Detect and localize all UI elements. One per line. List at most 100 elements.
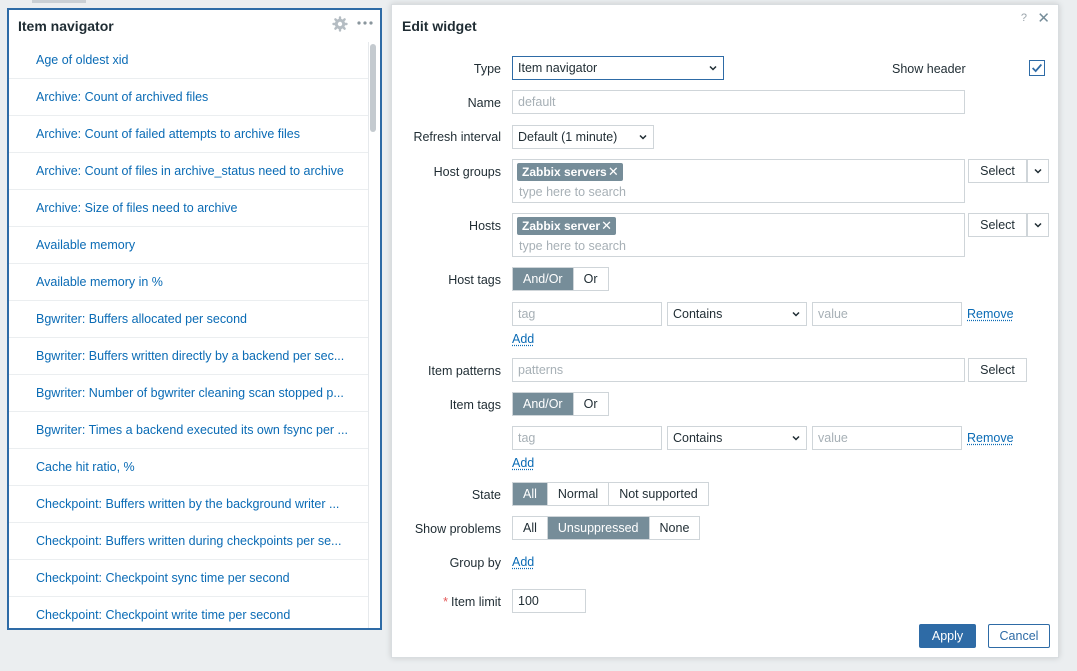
item-tags-label: Item tags	[449, 398, 501, 412]
value-placeholder: value	[818, 431, 848, 445]
host-tag-remove-link[interactable]: Remove	[967, 307, 1014, 321]
list-item[interactable]: Archive: Size of files need to archive	[9, 190, 369, 227]
host-tags-evaltype: And/Or Or	[512, 267, 609, 291]
item-limit-label-text: Item limit	[451, 595, 501, 609]
group-by-add-link[interactable]: Add	[512, 555, 534, 569]
item-navigator-widget: Item navigator Age of oldest xid Archive:…	[7, 8, 382, 630]
widget-title: Item navigator	[18, 18, 114, 34]
list-item[interactable]: Age of oldest xid	[9, 42, 369, 79]
scrollbar-thumb[interactable]	[370, 44, 376, 132]
list-item[interactable]: Available memory in %	[9, 264, 369, 301]
patterns-placeholder: patterns	[518, 363, 564, 377]
list-item[interactable]: Cache hit ratio, %	[9, 449, 369, 486]
list-item[interactable]: Bgwriter: Number of bgwriter cleaning sc…	[9, 375, 369, 412]
list-item[interactable]: Bgwriter: Times a backend executed its o…	[9, 412, 369, 449]
host-groups-label: Host groups	[433, 165, 501, 179]
problems-none-option[interactable]: None	[649, 517, 700, 539]
gear-icon[interactable]	[332, 16, 348, 32]
item-tag-input[interactable]: tag	[512, 426, 662, 450]
item-tag-add-link[interactable]: Add	[512, 456, 534, 470]
item-patterns-input[interactable]: patterns	[512, 358, 965, 382]
chip-remove-icon[interactable]: ✕	[608, 163, 619, 181]
hosts-multiselect[interactable]: Zabbix server ✕ type here to search	[512, 213, 965, 257]
item-tags-andor-option[interactable]: And/Or	[513, 393, 574, 415]
host-tags-label: Host tags	[448, 273, 501, 287]
host-tag-add-link[interactable]: Add	[512, 332, 534, 346]
list-item[interactable]: Checkpoint: Buffers written by the backg…	[9, 486, 369, 523]
host-groups-search[interactable]: type here to search	[519, 185, 626, 199]
more-options-icon[interactable]	[356, 15, 374, 31]
group-by-label: Group by	[449, 556, 501, 570]
item-limit-value: 100	[518, 594, 539, 608]
hosts-select-button[interactable]: Select	[968, 213, 1027, 237]
cancel-button[interactable]: Cancel	[988, 624, 1050, 648]
value-placeholder: value	[818, 307, 848, 321]
list-item[interactable]: Available memory	[9, 227, 369, 264]
show-header-checkbox[interactable]	[1029, 60, 1045, 76]
list-item[interactable]: Bgwriter: Buffers written directly by a …	[9, 338, 369, 375]
chevron-down-icon	[1034, 222, 1042, 228]
operator-value: Contains	[673, 307, 723, 321]
type-select-value: Item navigator	[518, 61, 598, 75]
apply-button[interactable]: Apply	[919, 624, 976, 648]
hosts-label: Hosts	[469, 219, 501, 233]
list-item[interactable]: Archive: Count of failed attempts to arc…	[9, 116, 369, 153]
host-groups-multiselect[interactable]: Zabbix servers ✕ type here to search	[512, 159, 965, 203]
close-icon[interactable]: ✕	[1037, 9, 1050, 27]
item-tag-operator-select[interactable]: Contains	[667, 426, 807, 450]
dialog-title: Edit widget	[402, 18, 477, 34]
chevron-down-icon	[792, 435, 800, 441]
item-tags-evaltype: And/Or Or	[512, 392, 609, 416]
host-chip: Zabbix server ✕	[517, 217, 617, 235]
problems-unsuppressed-option[interactable]: Unsuppressed	[547, 517, 650, 539]
item-tag-value-input[interactable]: value	[812, 426, 962, 450]
item-limit-input[interactable]: 100	[512, 589, 586, 613]
hosts-dropdown-button[interactable]	[1027, 213, 1049, 237]
type-label: Type	[473, 62, 501, 76]
list-item[interactable]: Archive: Count of files in archive_statu…	[9, 153, 369, 190]
item-tags-or-option[interactable]: Or	[573, 393, 608, 415]
list-item[interactable]: Bgwriter: Buffers allocated per second	[9, 301, 369, 338]
list-item[interactable]: Archive: Count of archived files	[9, 79, 369, 116]
chip-remove-icon[interactable]: ✕	[601, 217, 612, 235]
host-groups-dropdown-button[interactable]	[1027, 159, 1049, 183]
state-normal-option[interactable]: Normal	[547, 483, 610, 505]
refresh-select-value: Default (1 minute)	[518, 130, 618, 144]
hosts-search[interactable]: type here to search	[519, 239, 626, 253]
item-tag-remove-link[interactable]: Remove	[967, 431, 1014, 445]
host-tag-operator-select[interactable]: Contains	[667, 302, 807, 326]
show-header-label: Show header	[892, 62, 966, 76]
list-item[interactable]: Checkpoint: Buffers written during check…	[9, 523, 369, 560]
list-item[interactable]: Checkpoint: Checkpoint sync time per sec…	[9, 560, 369, 597]
host-groups-select-button[interactable]: Select	[968, 159, 1027, 183]
name-input[interactable]: default	[512, 90, 965, 114]
tag-placeholder: tag	[518, 307, 536, 321]
show-problems-toggle: All Unsuppressed None	[512, 516, 701, 540]
type-select[interactable]: Item navigator	[512, 56, 724, 80]
refresh-select[interactable]: Default (1 minute)	[512, 125, 654, 149]
item-limit-label: * Item limit	[443, 595, 501, 609]
state-all-option[interactable]: All	[513, 483, 548, 505]
name-label: Name	[467, 96, 501, 110]
problems-all-option[interactable]: All	[513, 517, 548, 539]
widget-header: Item navigator	[9, 10, 380, 40]
host-tag-input[interactable]: tag	[512, 302, 662, 326]
top-tab[interactable]	[32, 0, 86, 3]
help-icon[interactable]: ?	[1021, 12, 1027, 24]
host-tags-or-option[interactable]: Or	[573, 268, 608, 290]
host-tag-value-input[interactable]: value	[812, 302, 962, 326]
item-patterns-label: Item patterns	[428, 364, 501, 378]
host-tags-andor-option[interactable]: And/Or	[513, 268, 574, 290]
chevron-down-icon	[1034, 168, 1042, 174]
scrollbar[interactable]	[368, 42, 377, 628]
host-group-chip: Zabbix servers ✕	[517, 163, 623, 181]
state-not-supported-option[interactable]: Not supported	[609, 483, 708, 505]
item-patterns-select-button[interactable]: Select	[968, 358, 1027, 382]
item-list: Age of oldest xid Archive: Count of archi…	[9, 42, 369, 628]
list-item[interactable]: Checkpoint: Checkpoint write time per se…	[9, 597, 369, 628]
show-problems-label: Show problems	[414, 522, 501, 536]
required-marker: *	[443, 595, 448, 609]
chevron-down-icon	[792, 311, 800, 317]
operator-value: Contains	[673, 431, 723, 445]
chevron-down-icon	[639, 134, 647, 140]
